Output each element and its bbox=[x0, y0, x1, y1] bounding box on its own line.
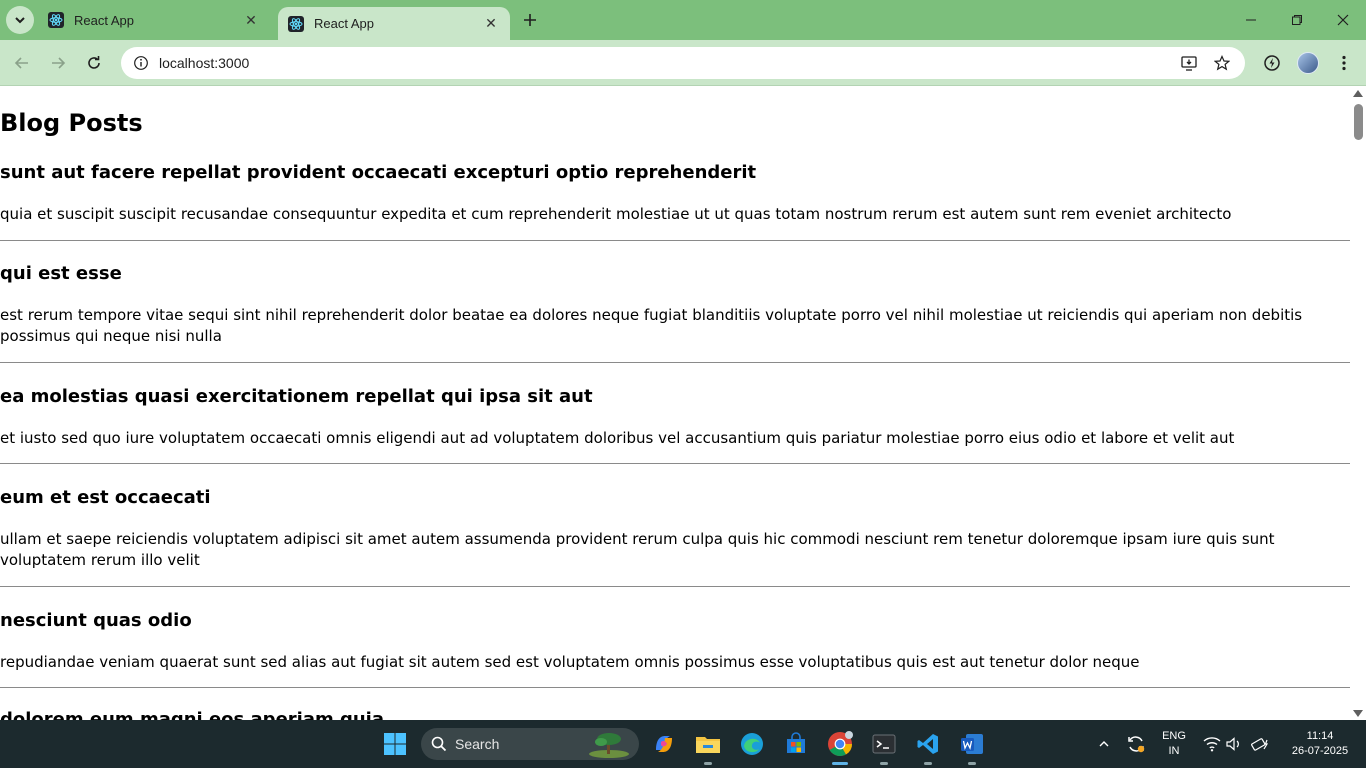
post-title: qui est esse bbox=[0, 263, 122, 284]
scroll-thumb[interactable] bbox=[1354, 104, 1363, 140]
arrow-left-icon bbox=[14, 57, 28, 69]
reload-button[interactable] bbox=[80, 49, 108, 77]
plus-icon bbox=[524, 14, 536, 26]
windows-logo-icon bbox=[384, 733, 406, 755]
restore-icon bbox=[1292, 15, 1302, 25]
blog-post: ea molestias quasi exercitationem repell… bbox=[0, 386, 1350, 464]
close-icon bbox=[1337, 14, 1349, 26]
scroll-down-arrow-icon[interactable] bbox=[1353, 710, 1363, 717]
word-app-icon[interactable] bbox=[956, 728, 988, 760]
blog-post: nesciunt quas odio repudiandae veniam qu… bbox=[0, 610, 1350, 688]
edge-browser-icon[interactable] bbox=[736, 728, 768, 760]
tab-search-button[interactable] bbox=[6, 6, 34, 34]
clock-date: 26-07-2025 bbox=[1291, 745, 1349, 757]
chrome-browser-icon[interactable] bbox=[824, 728, 856, 760]
blog-post: eum et est occaecati ullam et saepe reic… bbox=[0, 487, 1350, 587]
browser-menu-button[interactable] bbox=[1330, 49, 1358, 77]
install-app-icon[interactable] bbox=[1173, 47, 1205, 79]
language-indicator[interactable]: ENG IN bbox=[1156, 729, 1192, 759]
search-placeholder: Search bbox=[455, 736, 500, 752]
page-scrollbar[interactable] bbox=[1350, 87, 1366, 720]
vscode-icon[interactable] bbox=[912, 728, 944, 760]
url-text: localhost:3000 bbox=[159, 55, 250, 71]
close-tab-icon[interactable]: ✕ bbox=[482, 15, 500, 33]
windows-start-button[interactable] bbox=[379, 728, 411, 760]
running-indicator bbox=[704, 762, 712, 765]
new-tab-button[interactable] bbox=[518, 8, 542, 32]
more-vertical-icon bbox=[1342, 55, 1346, 71]
back-button[interactable] bbox=[8, 49, 36, 77]
post-title: eum et est occaecati bbox=[0, 487, 211, 508]
post-title: ea molestias quasi exercitationem repell… bbox=[0, 386, 593, 407]
terminal-icon[interactable] bbox=[868, 728, 900, 760]
post-title: sunt aut facere repellat provident occae… bbox=[0, 162, 757, 183]
taskbar-search-box[interactable]: Search bbox=[421, 728, 639, 760]
post-body: quia et suscipit suscipit recusandae con… bbox=[0, 205, 1232, 223]
browser-tab-1[interactable]: React App ✕ bbox=[38, 0, 270, 40]
post-title: nesciunt quas odio bbox=[0, 610, 192, 631]
avatar-icon bbox=[1297, 52, 1319, 74]
browser-tab-2-active[interactable]: React App ✕ bbox=[278, 7, 510, 40]
close-window-button[interactable] bbox=[1320, 0, 1366, 40]
browser-tab-strip: React App ✕ React App ✕ bbox=[0, 0, 1366, 40]
blog-post: sunt aut facere repellat provident occae… bbox=[0, 162, 1350, 241]
profile-avatar[interactable] bbox=[1294, 49, 1322, 77]
copilot-app-icon[interactable] bbox=[648, 728, 680, 760]
minimize-icon bbox=[1246, 19, 1256, 21]
react-favicon-icon bbox=[48, 12, 64, 28]
close-tab-icon[interactable]: ✕ bbox=[242, 11, 260, 29]
search-highlight-tree-icon bbox=[589, 733, 629, 758]
performance-icon[interactable] bbox=[1258, 49, 1286, 77]
sync-status-icon[interactable] bbox=[1120, 728, 1152, 760]
post-body: ullam et saepe reiciendis voluptatem adi… bbox=[0, 530, 1275, 569]
arrow-right-icon bbox=[52, 57, 66, 69]
scroll-up-arrow-icon[interactable] bbox=[1353, 90, 1363, 97]
page-title: Blog Posts bbox=[0, 109, 143, 137]
forward-button[interactable] bbox=[44, 49, 72, 77]
post-body: est rerum tempore vitae sequi sint nihil… bbox=[0, 306, 1303, 345]
address-bar[interactable]: localhost:3000 bbox=[121, 47, 1245, 79]
running-indicator bbox=[968, 762, 976, 765]
show-hidden-icons-button[interactable] bbox=[1088, 728, 1120, 760]
minimize-button[interactable] bbox=[1228, 0, 1274, 40]
post-body: et iusto sed quo iure voluptatem occaeca… bbox=[0, 429, 1235, 447]
battery-icon[interactable] bbox=[1244, 728, 1276, 760]
post-body: repudiandae veniam quaerat sunt sed alia… bbox=[0, 653, 1140, 671]
reload-icon bbox=[88, 56, 100, 69]
browser-toolbar: localhost:3000 bbox=[0, 40, 1366, 86]
post-title: dolorem eum magni eos aperiam quia bbox=[0, 709, 385, 720]
blog-post: dolorem eum magni eos aperiam quia bbox=[0, 709, 1350, 720]
chevron-up-icon bbox=[1099, 741, 1109, 747]
running-indicator bbox=[880, 762, 888, 765]
language-code: ENG bbox=[1162, 730, 1186, 742]
running-indicator bbox=[924, 762, 932, 765]
bookmark-star-icon[interactable] bbox=[1206, 47, 1238, 79]
microsoft-store-icon[interactable] bbox=[780, 728, 812, 760]
clock[interactable]: 11:14 26-07-2025 bbox=[1280, 729, 1360, 759]
restore-button[interactable] bbox=[1274, 0, 1320, 40]
blog-post: qui est esse est rerum tempore vitae seq… bbox=[0, 263, 1350, 363]
clock-time: 11:14 bbox=[1306, 730, 1334, 742]
chevron-down-icon bbox=[15, 17, 25, 24]
active-app-indicator bbox=[832, 762, 848, 765]
region-code: IN bbox=[1168, 745, 1180, 757]
react-favicon-icon bbox=[288, 15, 304, 32]
search-icon bbox=[431, 736, 447, 752]
tab-title: React App bbox=[74, 12, 134, 28]
windows-taskbar: Search ENG IN 11:14 26-07-2025 bbox=[0, 720, 1366, 768]
file-explorer-icon[interactable] bbox=[692, 728, 724, 760]
tab-title: React App bbox=[314, 16, 374, 31]
site-info-icon[interactable] bbox=[123, 55, 159, 71]
page-viewport: Blog Posts sunt aut facere repellat prov… bbox=[0, 87, 1350, 720]
